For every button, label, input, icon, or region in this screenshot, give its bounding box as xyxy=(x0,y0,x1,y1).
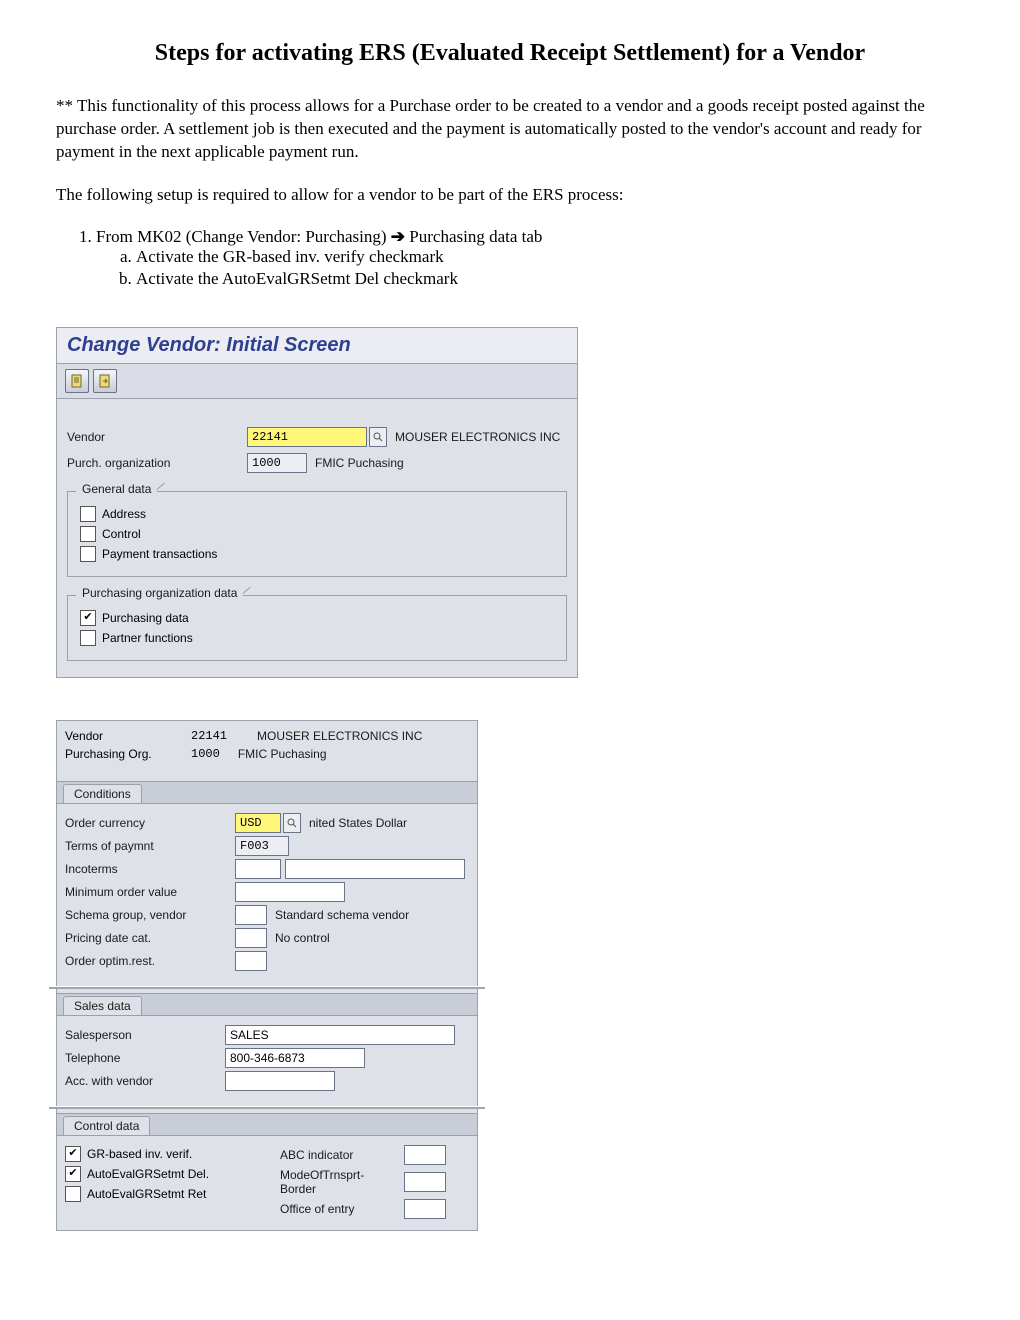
address-label: Address xyxy=(102,507,146,521)
sap-initial-screen: Change Vendor: Initial Screen Vendor 221… xyxy=(56,327,578,678)
pricing-date-cat-text: No control xyxy=(275,931,330,945)
incoterms-input-2[interactable] xyxy=(285,859,465,879)
office-of-entry-label: Office of entry xyxy=(280,1202,400,1216)
order-optim-rest-input[interactable] xyxy=(235,951,267,971)
pricing-date-cat-input[interactable] xyxy=(235,928,267,948)
min-order-value-input[interactable] xyxy=(235,882,345,902)
porg-label: Purch. organization xyxy=(67,456,247,470)
vendor-input[interactable]: 22141 xyxy=(247,427,367,447)
porg-input[interactable]: 1000 xyxy=(247,453,307,473)
incoterms-label: Incoterms xyxy=(65,862,235,876)
order-optim-rest-label: Order optim.rest. xyxy=(65,954,235,968)
step-1b: Activate the AutoEvalGRSetmt Del checkma… xyxy=(136,269,964,289)
step-1a: Activate the GR-based inv. verify checkm… xyxy=(136,247,964,267)
purchasing-org-data-group-label: Purchasing organization data xyxy=(76,586,243,600)
address-checkbox[interactable] xyxy=(80,506,96,522)
gr-based-inv-verif-label: GR-based inv. verif. xyxy=(87,1147,192,1161)
hdr-porg-value: 1000 xyxy=(191,747,220,761)
schema-group-vendor-label: Schema group, vendor xyxy=(65,908,235,922)
toolbar-button-1[interactable] xyxy=(65,369,89,393)
gr-based-inv-verif-checkbox[interactable] xyxy=(65,1146,81,1162)
abc-indicator-input[interactable] xyxy=(404,1145,446,1165)
payment-transactions-checkbox[interactable] xyxy=(80,546,96,562)
telephone-label: Telephone xyxy=(65,1051,225,1065)
order-currency-label: Order currency xyxy=(65,816,235,830)
step-1: From MK02 (Change Vendor: Purchasing) ➔ … xyxy=(96,227,964,289)
order-currency-name: nited States Dollar xyxy=(309,816,407,830)
autoevalgrsetmt-ret-checkbox[interactable] xyxy=(65,1186,81,1202)
control-checkbox[interactable] xyxy=(80,526,96,542)
purchasing-data-checkbox[interactable] xyxy=(80,610,96,626)
acc-with-vendor-label: Acc. with vendor xyxy=(65,1074,225,1088)
acc-with-vendor-input[interactable] xyxy=(225,1071,335,1091)
payment-transactions-label: Payment transactions xyxy=(102,547,217,561)
salesperson-input[interactable]: SALES xyxy=(225,1025,455,1045)
step-1-text-pre: From MK02 (Change Vendor: Purchasing) xyxy=(96,227,391,246)
terms-of-paymnt-label: Terms of paymnt xyxy=(65,839,235,853)
telephone-input[interactable]: 800-346-6873 xyxy=(225,1048,365,1068)
order-currency-input[interactable]: USD xyxy=(235,813,281,833)
autoevalgrsetmt-del-checkbox[interactable] xyxy=(65,1166,81,1182)
intro-paragraph-2: The following setup is required to allow… xyxy=(56,184,964,207)
salesperson-label: Salesperson xyxy=(65,1028,225,1042)
tab-control-data[interactable]: Control data xyxy=(63,1116,150,1135)
order-currency-search-button[interactable] xyxy=(283,813,301,833)
hdr-vendor-value: 22141 xyxy=(191,729,227,743)
toolbar-button-2[interactable] xyxy=(93,369,117,393)
terms-of-paymnt-input[interactable]: F003 xyxy=(235,836,289,856)
document-arrow-icon xyxy=(98,374,112,388)
search-help-icon xyxy=(373,432,383,442)
page-title: Steps for activating ERS (Evaluated Rece… xyxy=(56,40,964,67)
vendor-search-button[interactable] xyxy=(369,427,387,447)
schema-group-vendor-input[interactable] xyxy=(235,905,267,925)
autoevalgrsetmt-ret-label: AutoEvalGRSetmt Ret xyxy=(87,1187,206,1201)
tab-sales-data[interactable]: Sales data xyxy=(63,996,142,1015)
tab-conditions[interactable]: Conditions xyxy=(63,784,142,803)
incoterms-input-1[interactable] xyxy=(235,859,281,879)
porg-name-text: FMIC Puchasing xyxy=(315,456,404,470)
general-data-group-label: General data xyxy=(76,482,157,496)
mode-of-trnsprt-border-label: ModeOfTrnsprt-Border xyxy=(280,1168,400,1196)
vendor-label: Vendor xyxy=(67,430,247,444)
abc-indicator-label: ABC indicator xyxy=(280,1148,400,1162)
sap-screen-title: Change Vendor: Initial Screen xyxy=(57,328,577,364)
partner-functions-checkbox[interactable] xyxy=(80,630,96,646)
hdr-vendor-name: MOUSER ELECTRONICS INC xyxy=(257,729,422,743)
schema-group-vendor-text: Standard schema vendor xyxy=(275,908,409,922)
purchasing-data-label: Purchasing data xyxy=(102,611,189,625)
hdr-vendor-label: Vendor xyxy=(65,729,185,743)
hdr-porg-label: Purchasing Org. xyxy=(65,747,185,761)
partner-functions-label: Partner functions xyxy=(102,631,193,645)
separator xyxy=(49,986,485,989)
vendor-name-text: MOUSER ELECTRONICS INC xyxy=(395,430,560,444)
min-order-value-label: Minimum order value xyxy=(65,885,235,899)
general-data-group: General data Address Control Payment tra… xyxy=(67,491,567,577)
arrow-right-icon: ➔ xyxy=(391,227,405,246)
separator xyxy=(49,1106,485,1109)
sap-purchasing-data-screen: Vendor 22141 MOUSER ELECTRONICS INC Purc… xyxy=(56,720,478,1231)
autoevalgrsetmt-del-label: AutoEvalGRSetmt Del. xyxy=(87,1167,209,1181)
office-of-entry-input[interactable] xyxy=(404,1199,446,1219)
document-icon xyxy=(70,374,84,388)
sap-toolbar xyxy=(57,364,577,399)
intro-paragraph-1: ** This functionality of this process al… xyxy=(56,95,964,164)
step-1-text-post: Purchasing data tab xyxy=(405,227,542,246)
pricing-date-cat-label: Pricing date cat. xyxy=(65,931,235,945)
hdr-porg-name: FMIC Puchasing xyxy=(238,747,327,761)
search-help-icon xyxy=(287,818,297,828)
mode-of-trnsprt-border-input[interactable] xyxy=(404,1172,446,1192)
control-label: Control xyxy=(102,527,141,541)
purchasing-org-data-group: Purchasing organization data Purchasing … xyxy=(67,595,567,661)
